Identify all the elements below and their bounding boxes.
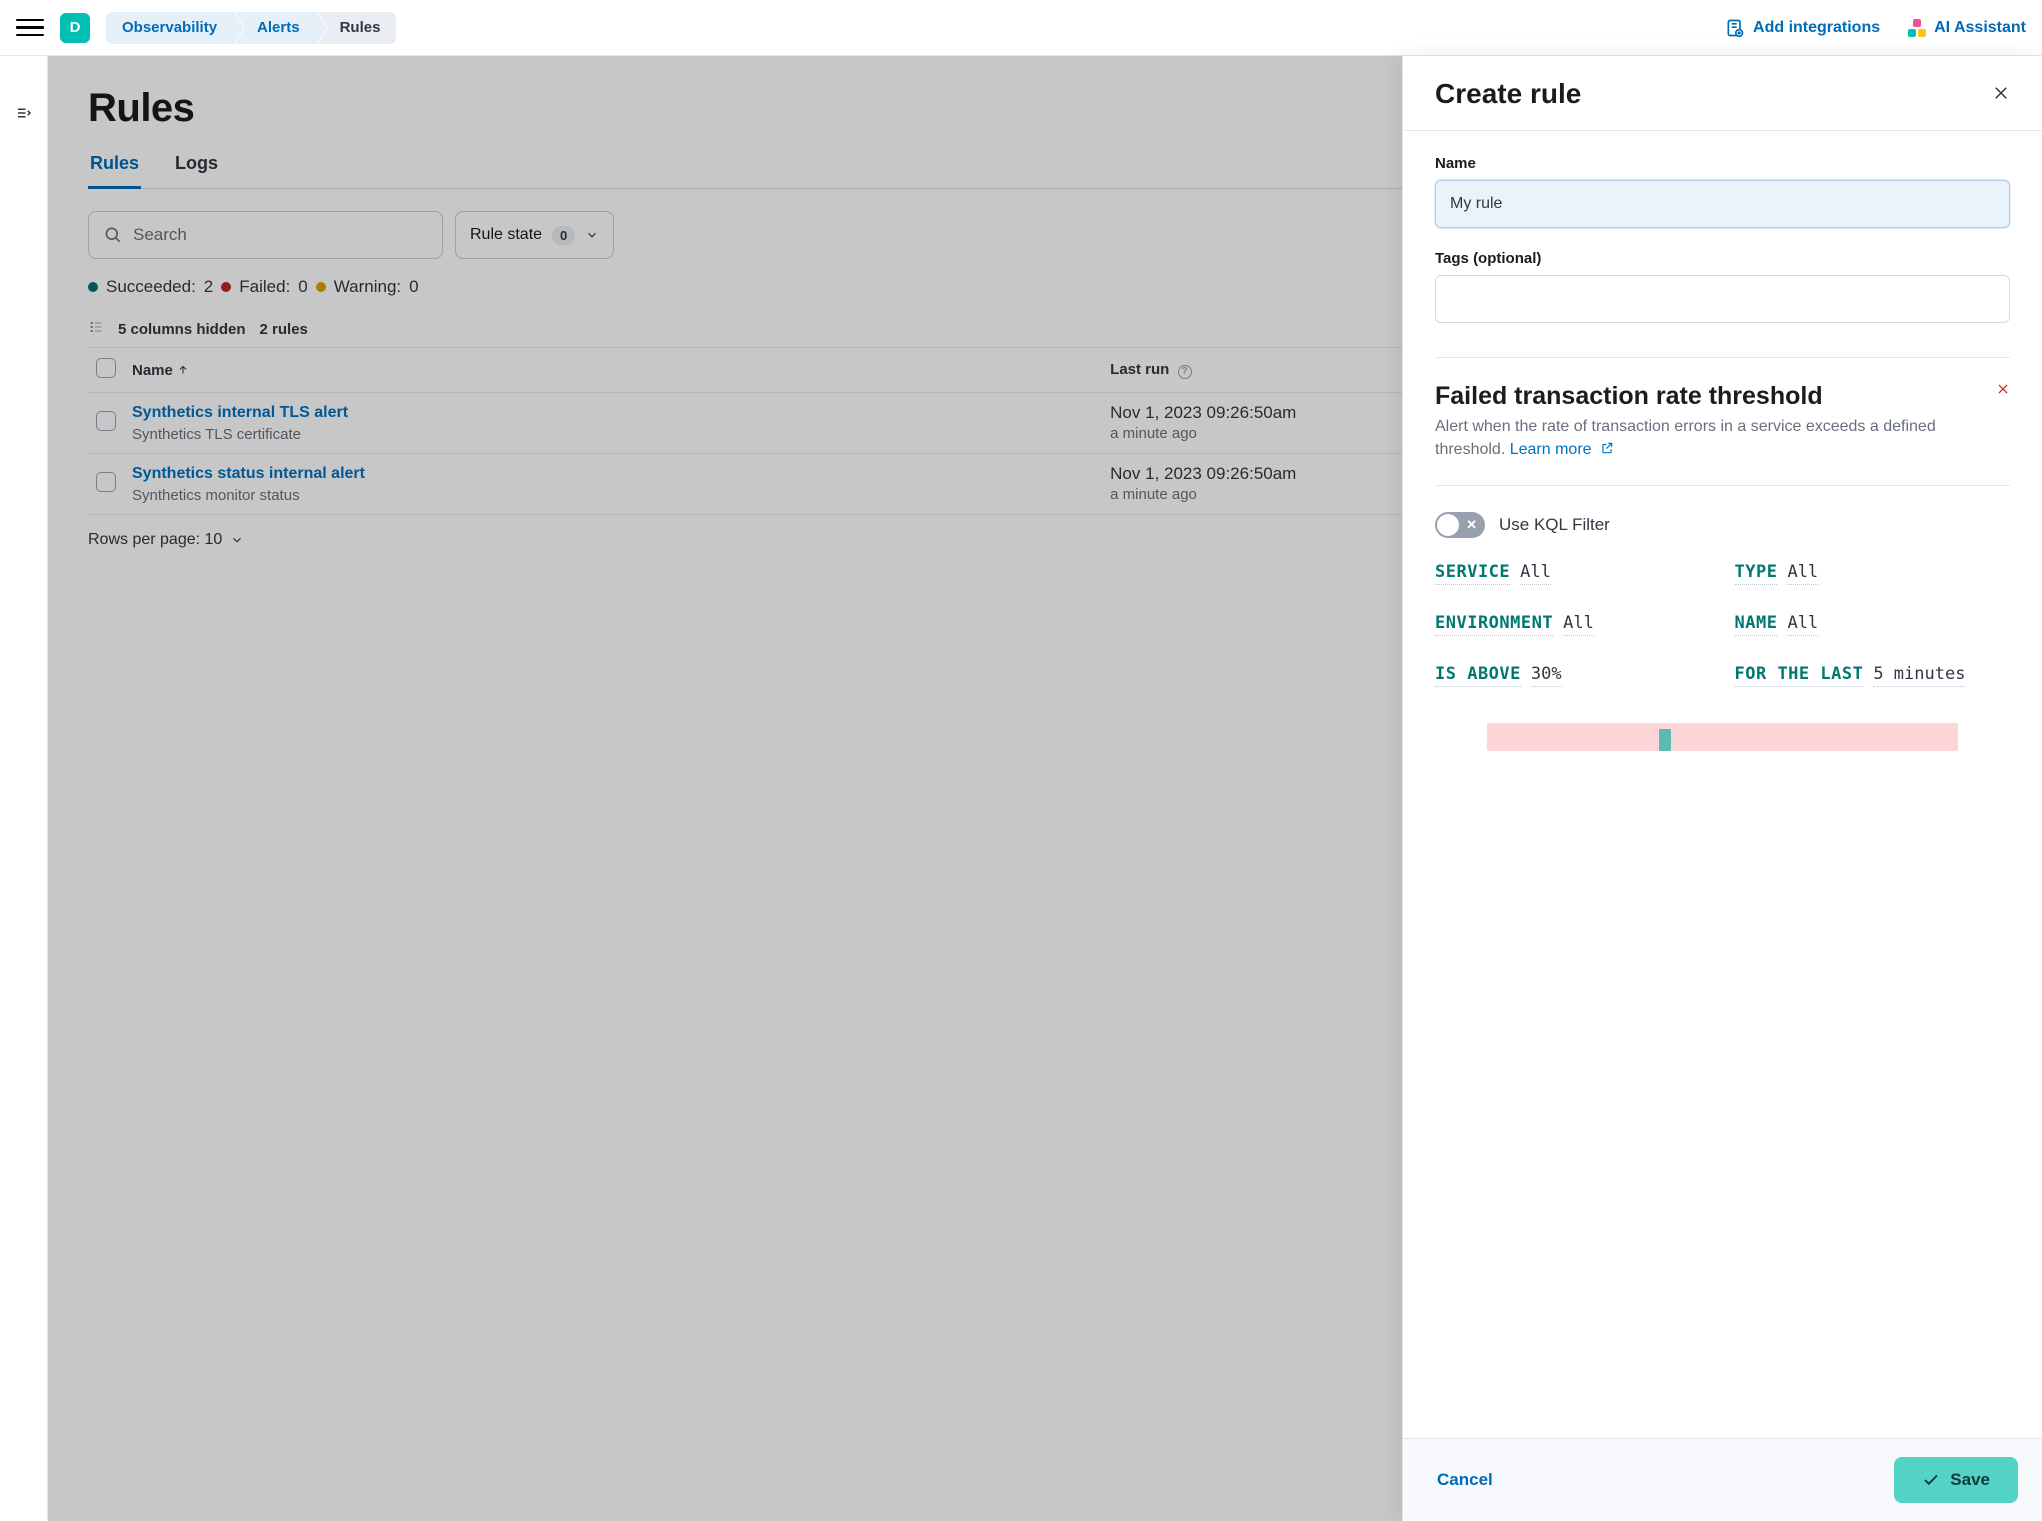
expr-name[interactable]: NAME All [1735, 613, 2011, 636]
ai-assistant-icon [1908, 19, 1926, 37]
left-rail [0, 56, 48, 1521]
add-integrations-link[interactable]: Add integrations [1725, 18, 1880, 38]
remove-rule-type-button[interactable] [1996, 382, 2010, 399]
save-button[interactable]: Save [1894, 1457, 2018, 1503]
section-divider [1435, 357, 2010, 358]
breadcrumb-rules: Rules [318, 12, 397, 44]
chart-bar [1659, 729, 1671, 751]
breadcrumb: Observability Alerts Rules [106, 12, 396, 44]
section-divider [1435, 485, 2010, 486]
expr-for-the-last[interactable]: FOR THE LAST 5 minutes [1735, 664, 2011, 687]
kql-filter-label: Use KQL Filter [1499, 515, 1610, 535]
check-icon [1922, 1471, 1940, 1489]
expr-environment[interactable]: ENVIRONMENT All [1435, 613, 1711, 636]
ai-assistant-link[interactable]: AI Assistant [1908, 19, 2026, 37]
preview-chart [1487, 723, 1959, 751]
create-rule-flyout: Create rule Name Tags (optional) Failed … [1402, 56, 2042, 1521]
tags-field-label: Tags (optional) [1435, 250, 2010, 267]
name-field-label: Name [1435, 155, 2010, 172]
menu-toggle-icon[interactable] [16, 14, 44, 42]
space-badge[interactable]: D [60, 13, 90, 43]
add-integrations-icon [1725, 18, 1745, 38]
breadcrumb-observability[interactable]: Observability [106, 12, 235, 44]
expr-type[interactable]: TYPE All [1735, 562, 2011, 585]
expr-is-above[interactable]: IS ABOVE 30% [1435, 664, 1711, 687]
expand-rail-icon[interactable] [15, 104, 33, 125]
tags-input[interactable] [1435, 275, 2010, 323]
toggle-off-icon: ✕ [1466, 517, 1477, 533]
breadcrumb-alerts[interactable]: Alerts [235, 12, 318, 44]
close-flyout-button[interactable] [1992, 84, 2010, 105]
expression-builder: SERVICE All TYPE All ENVIRONMENT All NAM… [1435, 562, 2010, 687]
flyout-title: Create rule [1435, 78, 1581, 110]
rule-name-input[interactable] [1435, 180, 2010, 228]
learn-more-link[interactable]: Learn more [1510, 441, 1614, 458]
cancel-button[interactable]: Cancel [1427, 1462, 1503, 1498]
rule-type-title: Failed transaction rate threshold [1435, 382, 1972, 411]
external-link-icon [1600, 441, 1614, 455]
kql-filter-toggle[interactable]: ✕ [1435, 512, 1485, 538]
rule-type-description: Alert when the rate of transaction error… [1435, 415, 1972, 461]
top-bar: D Observability Alerts Rules Add integra… [0, 0, 2042, 56]
flyout-footer: Cancel Save [1403, 1438, 2042, 1521]
expr-service[interactable]: SERVICE All [1435, 562, 1711, 585]
